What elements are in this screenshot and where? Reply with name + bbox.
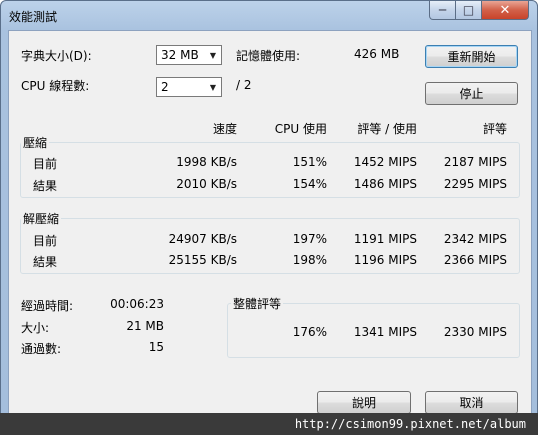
overall-cpu: 176% [292,325,327,339]
rating-usage-column-header: 評等 / 使用 [357,122,417,136]
cpu-threads-total: / 2 [236,78,252,92]
decompress-current-speed: 24907 KB/s [168,232,237,246]
maximize-button[interactable]: □ [456,1,482,20]
compress-result-rating-usage: 1486 MIPS [353,177,417,191]
memory-usage-label: 記憶體使用: [236,49,301,63]
close-button[interactable]: ✕ [482,1,529,20]
compress-result-cpu: 154% [292,177,327,191]
compress-current-label: 目前 [33,157,58,171]
elapsed-time-label: 經過時間: [21,299,74,313]
title-bar[interactable]: 效能測試 ─ □ ✕ [1,1,537,29]
rating-column-header: 評等 [482,122,507,136]
minimize-button[interactable]: ─ [429,1,456,20]
chevron-down-icon: ▼ [209,50,217,60]
compress-current-rating: 2187 MIPS [443,155,507,169]
compress-current-rating-usage: 1452 MIPS [353,155,417,169]
compress-result-speed: 2010 KB/s [176,177,237,191]
decompress-group-label: 解壓縮 [21,210,62,227]
overall-rating: 2330 MIPS [443,325,507,339]
size-value: 21 MB [126,319,164,333]
help-button[interactable]: 說明 [317,391,411,414]
watermark-bar: http://csimon99.pixnet.net/album [0,413,538,435]
decompress-current-rating: 2342 MIPS [443,232,507,246]
cancel-button[interactable]: 取消 [425,391,518,414]
restart-button[interactable]: 重新開始 [425,45,518,68]
benchmark-window: 效能測試 ─ □ ✕ 字典大小(D): 32 MB ▼ 記憶體使用: 426 M… [0,0,538,435]
compress-current-cpu: 151% [292,155,327,169]
decompress-result-label: 結果 [33,255,58,269]
speed-column-header: 速度 [212,122,237,136]
cpu-threads-value: 2 [161,80,169,94]
window-title: 效能測試 [9,10,58,24]
overall-rating-usage: 1341 MIPS [353,325,417,339]
decompress-result-rating-usage: 1196 MIPS [353,253,417,267]
elapsed-time-value: 00:06:23 [110,297,164,311]
dictionary-size-value: 32 MB [161,48,199,62]
stop-button[interactable]: 停止 [425,82,518,105]
cpu-threads-select[interactable]: 2 ▼ [156,77,222,97]
dialog-client-area: 字典大小(D): 32 MB ▼ 記憶體使用: 426 MB CPU 線程數: … [8,30,532,429]
watermark-text: http://csimon99.pixnet.net/album [294,417,526,431]
decompress-current-cpu: 197% [292,232,327,246]
compress-group-label: 壓縮 [21,134,50,151]
compress-current-speed: 1998 KB/s [176,155,237,169]
dictionary-size-select[interactable]: 32 MB ▼ [156,45,222,65]
decompress-result-cpu: 198% [292,253,327,267]
cpu-usage-column-header: CPU 使用 [274,122,327,136]
decompress-result-rating: 2366 MIPS [443,253,507,267]
decompress-result-speed: 25155 KB/s [168,253,237,267]
dictionary-size-label: 字典大小(D): [21,49,92,63]
passes-label: 通過數: [21,342,62,356]
chevron-down-icon: ▼ [209,82,217,92]
compress-result-rating: 2295 MIPS [443,177,507,191]
decompress-current-label: 目前 [33,234,58,248]
memory-usage-value: 426 MB [354,47,400,61]
size-label: 大小: [21,321,50,335]
passes-value: 15 [148,340,164,354]
overall-rating-label: 整體評等 [231,295,284,312]
cpu-threads-label: CPU 線程數: [21,79,90,93]
decompress-current-rating-usage: 1191 MIPS [353,232,417,246]
compress-result-label: 結果 [33,179,58,193]
